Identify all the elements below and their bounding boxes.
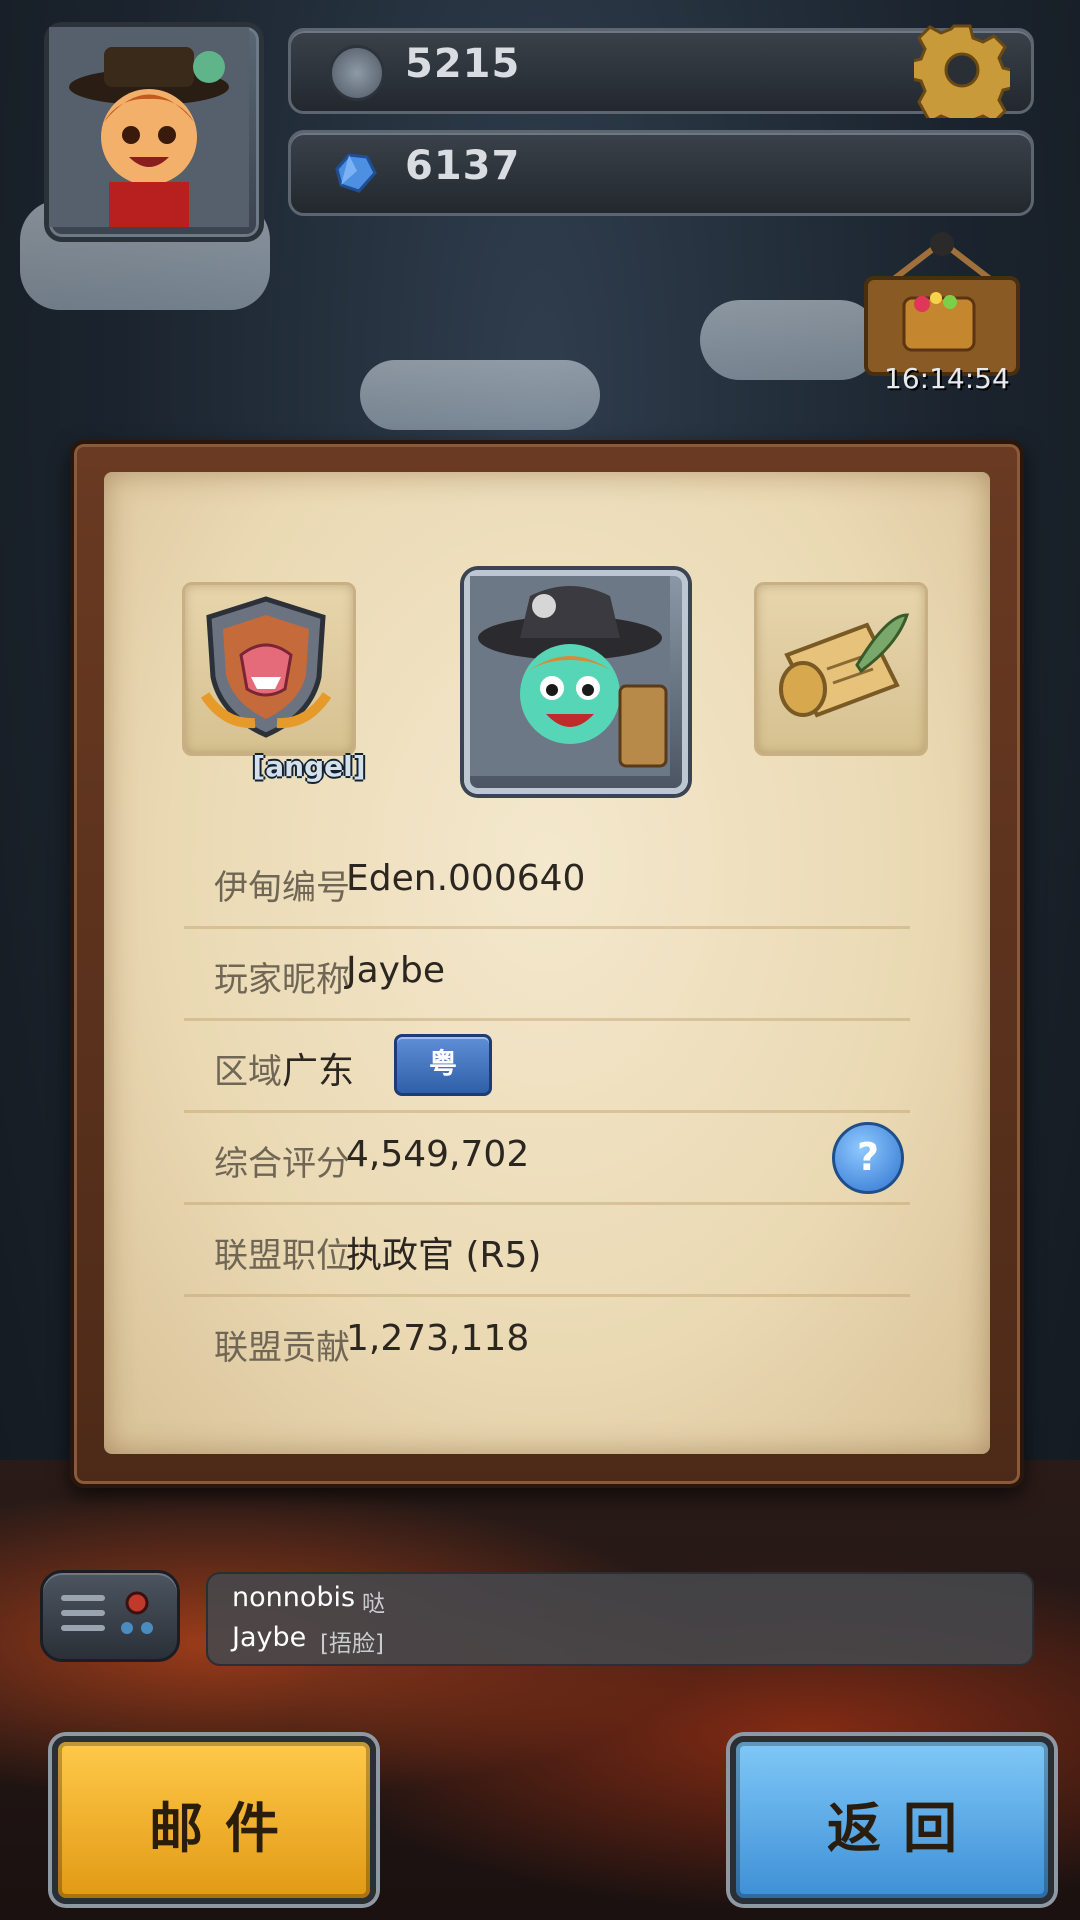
help-icon[interactable]: ? — [832, 1122, 904, 1194]
row-label: 联盟贡献 — [214, 1328, 350, 1368]
profile-panel: [angel] 伊甸编号 Eden.000640 玩家昵称 Jaybe 区域 广… — [70, 440, 1024, 1488]
row-value: Jaybe — [346, 950, 445, 991]
gem-resource-bar[interactable]: 6137 — [288, 130, 1034, 216]
coin-amount: 5215 — [405, 41, 521, 87]
chat-message: 哒 — [362, 1591, 385, 1617]
player-portrait[interactable] — [464, 570, 688, 794]
player-avatar — [49, 27, 249, 227]
coin-icon — [329, 45, 385, 101]
row-label: 综合评分 — [214, 1144, 350, 1184]
row-value: 1,273,118 — [346, 1318, 530, 1359]
chat-menu-button[interactable] — [40, 1570, 180, 1662]
info-row-alliance-contribution: 联盟贡献 1,273,118 — [184, 1304, 910, 1386]
parchment: [angel] 伊甸编号 Eden.000640 玩家昵称 Jaybe 区域 广… — [104, 472, 990, 1454]
info-row-eden-id: 伊甸编号 Eden.000640 — [184, 844, 910, 929]
gem-amount: 6137 — [405, 143, 521, 189]
snow-ledge — [700, 300, 880, 380]
mail-button[interactable]: 邮件 — [52, 1736, 376, 1904]
record-scroll-button[interactable] — [754, 582, 928, 756]
row-label: 玩家昵称 — [214, 960, 350, 1000]
chat-sender: Jaybe — [232, 1622, 307, 1653]
alliance-emblem-icon — [200, 596, 332, 738]
info-row-score: 综合评分 4,549,702 ? — [184, 1120, 910, 1205]
info-row-region: 区域 广东 粤 — [184, 1028, 910, 1113]
portrait-character — [470, 576, 670, 776]
chat-message: [捂脸] — [320, 1631, 384, 1657]
row-label: 伊甸编号 — [214, 868, 350, 908]
chat-menu-icon — [61, 1591, 153, 1634]
snow-ledge — [360, 360, 600, 430]
back-button[interactable]: 返回 — [730, 1736, 1054, 1904]
back-button-label: 返回 — [827, 1797, 979, 1860]
scroll-quill-icon — [779, 613, 910, 718]
row-label: 区域 — [214, 1052, 282, 1092]
info-row-alliance-rank: 联盟职位 执政官 (R5) — [184, 1212, 910, 1297]
row-value: 执政官 (R5) — [346, 1235, 542, 1276]
chat-sender: nonnobis — [232, 1582, 356, 1613]
event-timer: 16:14:54 — [884, 362, 1010, 395]
info-row-nickname: 玩家昵称 Jaybe — [184, 936, 910, 1021]
region-badge[interactable]: 粤 — [394, 1034, 492, 1096]
alliance-tag: [angel] — [252, 750, 366, 783]
player-avatar-button[interactable] — [44, 22, 264, 242]
treasure-chest-icon[interactable] — [860, 232, 1024, 382]
chat-preview[interactable]: nonnobis 哒 Jaybe [捂脸] — [206, 1572, 1034, 1666]
settings-gear-icon[interactable] — [914, 22, 1010, 118]
row-label: 联盟职位 — [214, 1236, 350, 1276]
alliance-slot[interactable] — [182, 582, 356, 756]
row-value: 4,549,702 — [346, 1134, 530, 1175]
row-value: Eden.000640 — [346, 858, 586, 899]
gem-icon — [335, 153, 377, 193]
row-value: 广东 — [282, 1051, 355, 1092]
mail-button-label: 邮件 — [149, 1797, 301, 1860]
